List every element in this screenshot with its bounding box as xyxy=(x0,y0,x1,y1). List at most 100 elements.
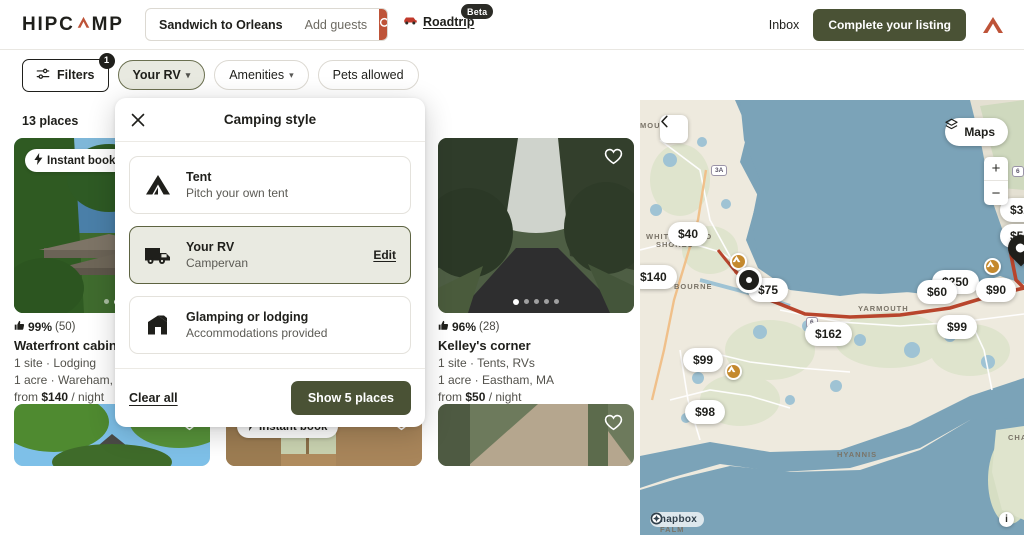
option-subtitle: Campervan xyxy=(186,256,249,270)
image-carousel-dots[interactable] xyxy=(438,299,634,305)
cabin-icon xyxy=(144,314,172,336)
search-guests-input[interactable]: Add guests xyxy=(293,18,380,32)
listing-rating-value: 96% xyxy=(452,320,477,334)
camping-style-option-glamping[interactable]: Glamping or lodging Accommodations provi… xyxy=(129,296,411,354)
chevron-down-icon: ▾ xyxy=(185,69,191,80)
option-subtitle: Accommodations provided xyxy=(186,326,328,340)
instant-book-label: Instant book xyxy=(47,154,116,167)
map-layers-button[interactable]: Maps xyxy=(945,118,1008,146)
destination-center xyxy=(1013,241,1024,255)
listing-rating-value: 99% xyxy=(28,320,53,334)
chevron-down-icon: ▾ xyxy=(289,69,294,80)
modal-header: Camping style xyxy=(115,98,425,142)
map-price-marker[interactable]: $98 xyxy=(685,400,726,424)
favorite-heart-icon[interactable] xyxy=(604,414,623,436)
listing-info: 96% (28) Kelley's corner 1 site · Tents,… xyxy=(438,313,634,404)
map-price-marker[interactable]: $40 xyxy=(668,222,709,246)
camping-style-option-tent[interactable]: Tent Pitch your own tent xyxy=(129,156,411,214)
filter-pill-amenities-label: Amenities xyxy=(229,68,285,82)
search-icon xyxy=(379,17,387,33)
edit-rv-link[interactable]: Edit xyxy=(373,248,396,262)
option-name: Tent xyxy=(186,170,212,184)
option-name: Your RV xyxy=(186,240,235,254)
map-campsite-marker[interactable] xyxy=(725,363,742,380)
show-places-button[interactable]: Show 5 places xyxy=(290,381,411,415)
hipcamp-search-page: HIPC MP Sandwich to Orleans Add guests R… xyxy=(0,0,1024,535)
price-suffix: / night xyxy=(71,390,105,404)
logo-text-part2: MP xyxy=(91,13,124,35)
listing-review-count: (28) xyxy=(479,321,500,333)
listing-title: Kelley's corner xyxy=(438,338,531,353)
filter-pill-amenities[interactable]: Amenities ▾ xyxy=(214,60,309,90)
hipcamp-logo[interactable]: HIPC MP xyxy=(22,14,124,36)
mapbox-attribution[interactable]: mapbox xyxy=(650,512,705,527)
carousel-dot[interactable] xyxy=(534,299,539,304)
map-price-marker[interactable]: $60 xyxy=(917,280,958,304)
filter-bar: Filters 1 Your RV ▾ Amenities ▾ Pets all… xyxy=(0,50,640,100)
map-zoom-out-button[interactable]: − xyxy=(984,181,1008,205)
carousel-dot[interactable] xyxy=(544,299,549,304)
map-info-button[interactable]: i xyxy=(999,512,1014,527)
filter-pill-your-rv-label: Your RV xyxy=(132,68,181,82)
avatar[interactable] xyxy=(980,12,1006,38)
modal-footer: Clear all Show 5 places xyxy=(115,368,425,427)
search-location-input[interactable]: Sandwich to Orleans xyxy=(146,18,293,32)
listing-rating: 96% (28) xyxy=(438,320,634,334)
map-price-marker[interactable]: $162 xyxy=(805,322,852,346)
clear-all-link[interactable]: Clear all xyxy=(129,391,178,405)
carousel-dot-active[interactable] xyxy=(513,299,519,305)
listing-meta-sites: 1 site · Tents, RVs xyxy=(438,356,535,370)
thumbs-up-icon xyxy=(438,320,449,334)
listing-review-count: (50) xyxy=(55,321,76,333)
roadtrip-link[interactable]: Roadtrip Beta xyxy=(403,4,494,31)
thumbs-up-icon xyxy=(14,320,25,334)
map-zoom-controls[interactable]: + − xyxy=(984,157,1008,205)
search-bar[interactable]: Sandwich to Orleans Add guests xyxy=(145,8,388,41)
option-text: Glamping or lodging Accommodations provi… xyxy=(186,310,396,340)
listing-price: from $50 / night xyxy=(438,390,634,404)
map-back-button[interactable] xyxy=(660,115,688,143)
instant-book-badge: Instant book xyxy=(25,149,127,172)
header-actions: Inbox Complete your listing xyxy=(769,0,1006,50)
camping-style-modal: Camping style Tent Pitch your own tent Y… xyxy=(115,98,425,427)
map-price-marker[interactable]: $99 xyxy=(683,348,724,372)
listing-card[interactable]: 96% (28) Kelley's corner 1 site · Tents,… xyxy=(438,138,634,404)
carousel-dot[interactable] xyxy=(524,299,529,304)
listing-meta-location: 1 acre · Eastham, MA xyxy=(438,373,555,387)
map-panel[interactable]: Maps + − MOU WHITE ISLAND SHORES BOURNE … xyxy=(640,100,1024,535)
price-value: $50 xyxy=(465,390,486,404)
map-price-marker[interactable]: $99 xyxy=(937,315,978,339)
listing-image[interactable] xyxy=(438,138,634,313)
map-zoom-in-button[interactable]: + xyxy=(984,157,1008,181)
complete-listing-button[interactable]: Complete your listing xyxy=(813,9,966,41)
filter-pill-pets-allowed[interactable]: Pets allowed xyxy=(317,60,419,90)
map-campsite-marker[interactable] xyxy=(984,258,1001,275)
logo-a-mark-icon xyxy=(76,14,91,36)
carousel-dot[interactable] xyxy=(554,299,559,304)
tent-icon xyxy=(144,174,172,196)
option-name: Glamping or lodging xyxy=(186,310,309,324)
highway-shield: 6 xyxy=(1012,166,1024,177)
rv-icon xyxy=(144,245,172,265)
filter-pill-your-rv[interactable]: Your RV ▾ xyxy=(117,60,206,90)
inbox-link[interactable]: Inbox xyxy=(769,18,800,32)
route-origin-center xyxy=(746,277,752,283)
search-submit-button[interactable] xyxy=(379,9,387,40)
map-price-marker[interactable]: $90 xyxy=(976,278,1017,302)
site-header: HIPC MP Sandwich to Orleans Add guests R… xyxy=(0,0,1024,50)
filters-button[interactable]: Filters 1 xyxy=(22,52,115,92)
favorite-heart-icon[interactable] xyxy=(604,148,623,170)
listing-card[interactable] xyxy=(438,404,634,466)
camping-style-option-your-rv[interactable]: Your RV Campervan Edit xyxy=(129,226,411,284)
price-prefix: from xyxy=(438,390,462,404)
map-price-marker[interactable]: $140 xyxy=(640,265,677,289)
car-icon xyxy=(403,13,418,31)
map-route-origin-marker[interactable] xyxy=(736,267,762,293)
option-subtitle: Pitch your own tent xyxy=(186,186,289,200)
sliders-icon xyxy=(36,67,50,84)
carousel-dot[interactable] xyxy=(104,299,109,304)
highway-shield: 3A xyxy=(711,165,728,176)
listing-image[interactable] xyxy=(438,404,634,466)
close-icon[interactable] xyxy=(129,111,147,129)
bolt-icon xyxy=(34,153,43,168)
